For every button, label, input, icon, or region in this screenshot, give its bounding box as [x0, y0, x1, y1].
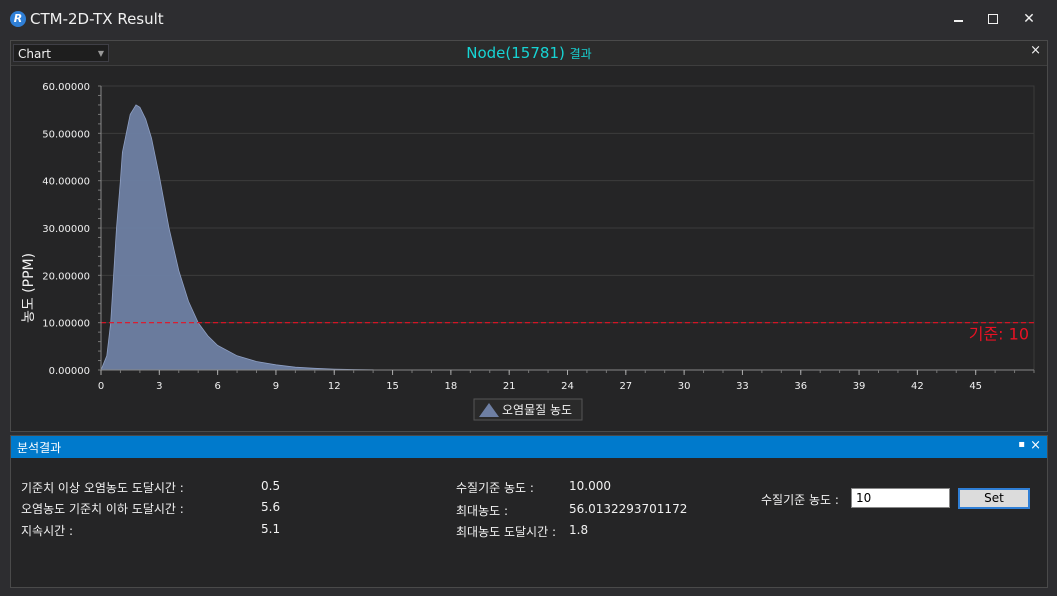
x-tick-label: 42: [911, 381, 924, 392]
grid: [100, 85, 1035, 371]
maximize-icon: [988, 14, 998, 24]
x-tick-label: 9: [273, 381, 279, 392]
threshold-label: 기준: 10: [969, 325, 1029, 344]
max-time-label: 최대농도 도달시간 :: [456, 525, 556, 539]
x-tick-label: 18: [445, 381, 458, 392]
below-time-label: 오염농도 기준치 이하 도달시간 :: [21, 502, 184, 516]
minimize-icon: [953, 20, 963, 22]
title-bar[interactable]: R CTM-2D-TX Result ✕: [0, 0, 1057, 38]
chart-title: Node(15781) 결과: [11, 44, 1047, 62]
app-logo-icon: R: [10, 11, 26, 27]
y-tick-label: 50.00000: [42, 129, 90, 140]
close-icon: ✕: [1023, 11, 1035, 27]
x-tick-label: 24: [561, 381, 574, 392]
y-tick-label: 20.00000: [42, 271, 90, 282]
y-tick-label: 40.00000: [42, 177, 90, 188]
standard-input-label: 수질기준 농도 :: [761, 493, 839, 507]
minimize-button[interactable]: [946, 8, 970, 30]
x-tick-label: 33: [736, 381, 749, 392]
y-tick-label: 10.00000: [42, 319, 90, 330]
legend[interactable]: 오염물질 농도: [473, 398, 583, 421]
y-axis-label: 농도 (PPM): [21, 253, 37, 323]
close-button[interactable]: ✕: [1017, 8, 1041, 30]
x-tick-label: 21: [503, 381, 516, 392]
y-tick-label: 60.00000: [42, 82, 90, 93]
x-tick-label: 0: [98, 381, 104, 392]
analysis-header: 분석결과 ▪ ×: [11, 436, 1047, 458]
chart-header: Chart ▼ Node(15781) 결과 ×: [11, 41, 1047, 66]
x-tick-label: 39: [853, 381, 866, 392]
x-tick-label: 3: [156, 381, 162, 392]
standard-conc-value: 10.000: [569, 479, 611, 493]
reach-time-label: 기준치 이상 오염농도 도달시간 :: [21, 481, 184, 495]
legend-label: 오염물질 농도: [502, 403, 572, 417]
duration-value: 5.1: [261, 522, 281, 536]
analysis-close-button[interactable]: ×: [1030, 438, 1041, 453]
x-tick-label: 27: [619, 381, 632, 392]
chart-title-node: Node(15781): [466, 44, 565, 62]
chart-title-suffix: 결과: [569, 47, 592, 61]
chart-panel: Chart ▼ Node(15781) 결과 × 기준: 10 0.00000 1…: [10, 40, 1048, 432]
pin-icon[interactable]: ▪: [1018, 439, 1025, 450]
x-tick-label: 36: [794, 381, 807, 392]
y-tick-label: 0.00000: [49, 366, 90, 377]
window-title: CTM-2D-TX Result: [30, 10, 164, 28]
set-button[interactable]: Set: [958, 488, 1030, 509]
x-tick-label: 45: [969, 381, 982, 392]
chart-close-button[interactable]: ×: [1030, 43, 1041, 58]
duration-label: 지속시간 :: [21, 524, 74, 538]
max-conc-value: 56.0132293701172: [569, 502, 688, 516]
y-tick-label: 30.00000: [42, 224, 90, 235]
below-time-value: 5.6: [261, 500, 281, 514]
standard-conc-input[interactable]: [851, 488, 950, 508]
analysis-panel: 분석결과 ▪ × 기준치 이상 오염농도 도달시간 : 0.5 오염농도 기준치…: [10, 435, 1048, 588]
max-time-value: 1.8: [569, 523, 589, 537]
maximize-button[interactable]: [981, 8, 1005, 30]
x-tick-label: 12: [328, 381, 341, 392]
x-tick-label: 6: [214, 381, 220, 392]
max-conc-label: 최대농도 :: [456, 504, 509, 518]
analysis-title: 분석결과: [17, 441, 62, 455]
standard-conc-label: 수질기준 농도 :: [456, 481, 534, 495]
x-tick-label: 30: [678, 381, 691, 392]
x-tick-label: 15: [386, 381, 399, 392]
reach-time-value: 0.5: [261, 479, 281, 493]
chart: 기준: 10 0.00000 10.00000 20.00000 30.00000 40…: [21, 82, 1035, 421]
